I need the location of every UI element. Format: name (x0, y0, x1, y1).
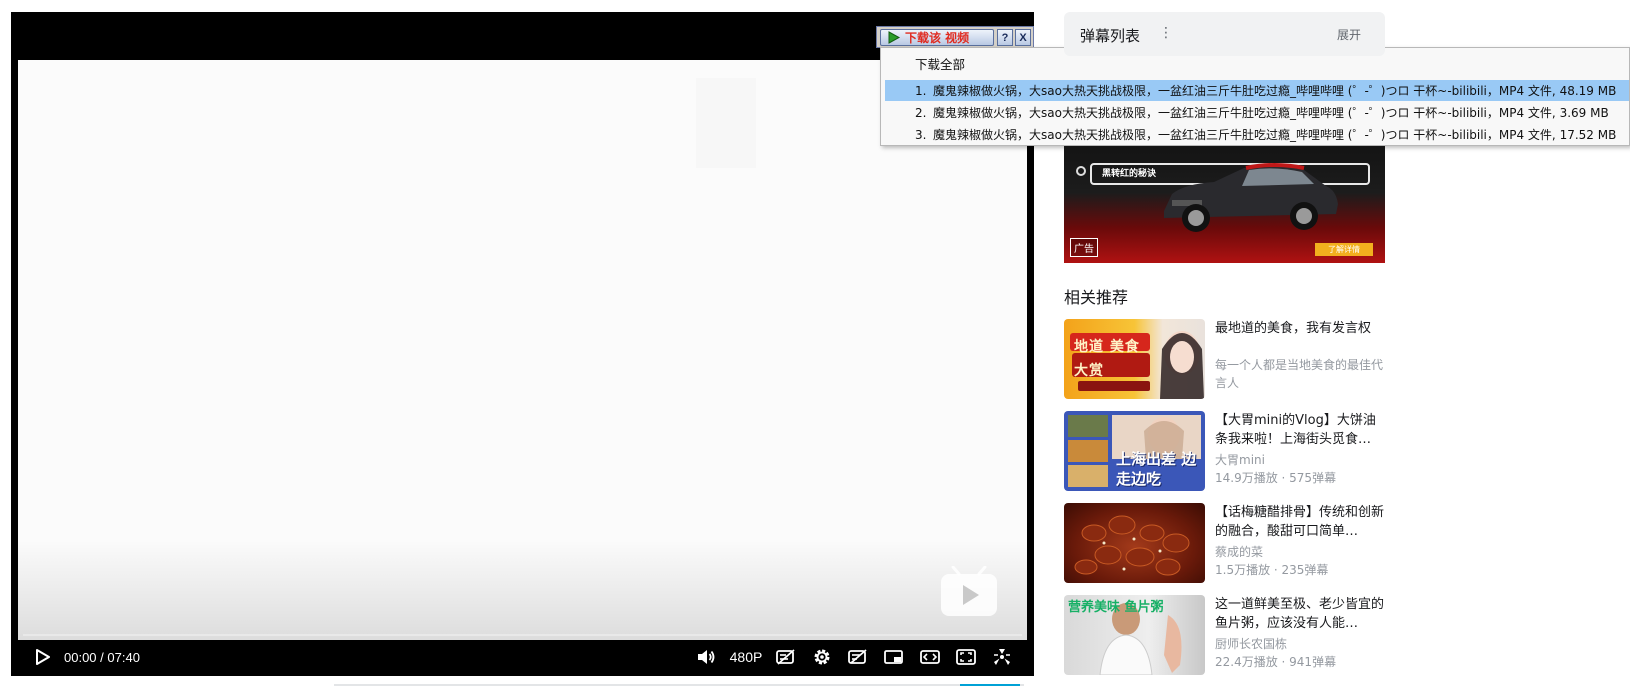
danmaku-settings-icon[interactable] (840, 645, 876, 669)
ad-banner[interactable]: 黑转红的秘诀 广告 了解详情 (1064, 146, 1385, 263)
item-text: 魔鬼辣椒做火锅，大sao大热天挑战极限，一盆红油三斤牛肚吃过瘾_哔哩哔哩 (゜-… (933, 128, 1617, 142)
video-description: 每一个人都是当地美食的最佳代言人 (1215, 358, 1384, 390)
video-title[interactable]: 【大胃mini的Vlog】大饼油条我来啦！上海街头觅食… (1215, 411, 1385, 449)
recommend-title: 相关推荐 (1064, 288, 1129, 307)
big-play-icon[interactable] (939, 566, 999, 618)
video-shade (18, 540, 1027, 640)
time-display: 00:00 / 07:40 (64, 650, 140, 665)
time-separator: / (100, 649, 104, 665)
widescreen-icon[interactable] (912, 645, 948, 669)
settings-gear-icon[interactable] (804, 645, 840, 669)
play-icon[interactable] (33, 645, 53, 669)
thumbnail-caption: 地道 美食大赏 (1074, 339, 1140, 379)
download-menu: 下载全部 1. 魔鬼辣椒做火锅，大sao大热天挑战极限，一盆红油三斤牛肚吃过瘾_… (880, 47, 1630, 146)
player-controls: 00:00 / 07:40 480P (11, 640, 1034, 674)
progress-bar[interactable] (23, 634, 1022, 636)
thumbnail-caption: 营养美味 鱼片粥 (1068, 600, 1164, 615)
download-toolbar: 下载该 视频 ? X (876, 26, 1034, 48)
recommend-item[interactable]: 上海出差 边走边吃 【大胃mini的Vlog】大饼油条我来啦！上海街头觅食… 大… (1064, 411, 1385, 491)
close-button[interactable]: X (1015, 29, 1031, 46)
video-title[interactable]: 最地道的美食，我有发言权 (1215, 319, 1385, 338)
danmaku-list-title: 弹幕列表 (1080, 27, 1141, 45)
car-image (1164, 163, 1338, 232)
search-icon (1076, 166, 1086, 176)
download-video-button[interactable]: 下载该 视频 (880, 29, 994, 46)
video-stats: 14.9万播放 · 575弹幕 (1215, 471, 1337, 485)
uploader-name[interactable]: 蔡成的菜 (1215, 543, 1385, 561)
download-item-2[interactable]: 2. 魔鬼辣椒做火锅，大sao大热天挑战极限，一盆红油三斤牛肚吃过瘾_哔哩哔哩 … (885, 102, 1629, 123)
ad-label: 广告 (1070, 238, 1098, 257)
recommend-info: 【话梅糖醋排骨】传统和创新的融合，酸甜可口简单… 蔡成的菜 1.5万播放 · 2… (1215, 503, 1385, 579)
expand-button[interactable]: 展开 (1337, 26, 1361, 43)
download-item-1[interactable]: 1. 魔鬼辣椒做火锅，大sao大热天挑战极限，一盆红油三斤牛肚吃过瘾_哔哩哔哩 … (885, 80, 1629, 101)
video-thumbnail[interactable]: 营养美味 鱼片粥 (1064, 595, 1205, 675)
video-frame-ghost (696, 78, 756, 168)
download-item-3[interactable]: 3. 魔鬼辣椒做火锅，大sao大热天挑战极限，一盆红油三斤牛肚吃过瘾_哔哩哔哩 … (885, 124, 1629, 145)
recommend-info: 【大胃mini的Vlog】大饼油条我来啦！上海街头觅食… 大胃mini 14.9… (1215, 411, 1385, 487)
help-button[interactable]: ? (997, 29, 1013, 46)
volume-icon[interactable] (688, 645, 724, 669)
ad-cta-button[interactable]: 了解详情 (1315, 243, 1373, 256)
recommend-item[interactable]: 营养美味 鱼片粥 这一道鲜美至极、老少皆宜的鱼片粥，应该没有人能… 厨师长农国栋… (1064, 595, 1385, 675)
recommend-item[interactable]: 【话梅糖醋排骨】传统和创新的融合，酸甜可口简单… 蔡成的菜 1.5万播放 · 2… (1064, 503, 1385, 583)
web-fullscreen-icon[interactable] (948, 645, 984, 669)
uploader-name[interactable]: 大胃mini (1215, 451, 1385, 469)
video-stats: 22.4万播放 · 941弹幕 (1215, 655, 1337, 669)
recommend-item[interactable]: 地道 美食大赏 最地道的美食，我有发言权 每一个人都是当地美食的最佳代言人 (1064, 319, 1385, 399)
item-text: 魔鬼辣椒做火锅，大sao大热天挑战极限，一盆红油三斤牛肚吃过瘾_哔哩哔哩 (゜-… (933, 106, 1609, 120)
play-triangle-icon (888, 31, 901, 44)
uploader-name[interactable]: 厨师长农国栋 (1215, 635, 1385, 653)
video-title[interactable]: 这一道鲜美至极、老少皆宜的鱼片粥，应该没有人能… (1215, 595, 1385, 633)
video-thumbnail[interactable]: 地道 美食大赏 (1064, 319, 1205, 399)
download-all-item[interactable]: 下载全部 (915, 54, 965, 73)
item-text: 魔鬼辣椒做火锅，大sao大热天挑战极限，一盆红油三斤牛肚吃过瘾_哔哩哔哩 (゜-… (933, 84, 1617, 98)
quality-selector[interactable]: 480P (724, 645, 768, 669)
fullscreen-icon[interactable] (984, 645, 1020, 669)
item-number: 3. (915, 127, 927, 142)
item-number: 2. (915, 105, 927, 120)
right-controls: 480P (688, 645, 1020, 669)
time-total: 07:40 (107, 649, 140, 665)
video-title[interactable]: 【话梅糖醋排骨】传统和创新的融合，酸甜可口简单… (1215, 503, 1385, 541)
item-number: 1. (915, 83, 927, 98)
danmaku-list-panel[interactable]: 弹幕列表 ⋮ 展开 (1064, 12, 1385, 56)
danmaku-toggle-icon[interactable] (768, 645, 804, 669)
time-current: 00:00 (64, 649, 97, 665)
video-stats: 1.5万播放 · 235弹幕 (1215, 563, 1329, 577)
more-menu-icon[interactable]: ⋮ (1159, 25, 1173, 41)
video-thumbnail[interactable] (1064, 503, 1205, 583)
thumbnail-art (1074, 515, 1190, 576)
picture-in-picture-icon[interactable] (876, 645, 912, 669)
thumbnail-caption: 上海出差 边走边吃 (1116, 450, 1197, 488)
recommend-info: 这一道鲜美至极、老少皆宜的鱼片粥，应该没有人能… 厨师长农国栋 22.4万播放 … (1215, 595, 1385, 671)
recommend-info: 最地道的美食，我有发言权 每一个人都是当地美食的最佳代言人 (1215, 319, 1385, 392)
video-thumbnail[interactable]: 上海出差 边走边吃 (1064, 411, 1205, 491)
download-video-label: 下载该 视频 (905, 31, 970, 45)
video-canvas[interactable] (18, 60, 1027, 640)
